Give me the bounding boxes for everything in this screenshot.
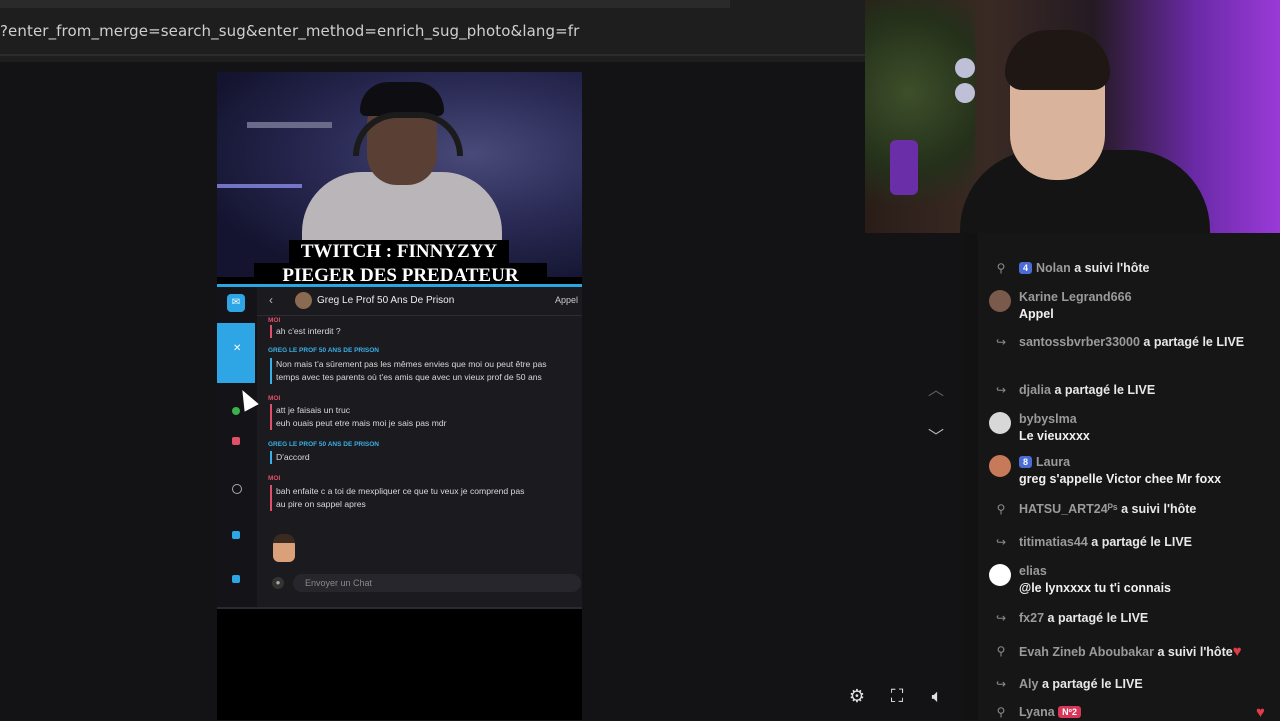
snap-chat-list-icon	[232, 531, 240, 539]
tab-strip	[0, 0, 730, 8]
chat-username[interactable]: Lyana	[1019, 705, 1055, 719]
snap-stories-icon	[232, 437, 240, 445]
back-icon: ‹	[269, 293, 273, 307]
chat-action: a partagé le LIVE	[1041, 677, 1143, 691]
close-icon: ✕	[233, 343, 242, 354]
video-banner-line1: TWITCH : FINNYZYY	[289, 240, 509, 264]
chat-username[interactable]: Laura	[1036, 455, 1070, 469]
snap-chat-list-icon-2	[232, 575, 240, 583]
chevron-down-icon[interactable]: ﹀	[925, 427, 947, 449]
level-badge: 4	[1019, 262, 1033, 274]
sender-label: MOI	[268, 317, 281, 324]
webcam-overlay	[865, 0, 1280, 233]
follow-icon: ⚲	[996, 644, 1006, 658]
chat-text: greg s'appelle Victor chee Mr foxx	[1019, 472, 1222, 486]
share-icon: ↪	[995, 611, 1007, 625]
chat-message: ah c'est interdit ?	[270, 325, 341, 338]
snap-message-input: Envoyer un Chat	[293, 574, 581, 592]
chat-username[interactable]: Aly	[1019, 677, 1038, 691]
chat-username[interactable]: Evah Zineb Aboubakar	[1019, 645, 1154, 659]
chat-message: bah enfaite c a toi de mexpliquer ce que…	[270, 485, 524, 498]
chat-message: temps avec tes parents où t'es amis que …	[270, 371, 542, 384]
chat-message: att je faisais un truc	[270, 404, 350, 417]
chat-action: a partagé le LIVE	[1143, 335, 1245, 349]
chat-action: a suivi l'hôte	[1074, 261, 1150, 275]
person-cap	[360, 82, 444, 116]
heart-icon: ♥	[1232, 643, 1242, 660]
follow-icon: ⚲	[996, 705, 1006, 719]
chat-message: euh ouais peut etre mais moi je sais pas…	[270, 417, 447, 430]
snap-camera-icon	[232, 484, 242, 494]
chat-action: a partagé le LIVE	[1047, 611, 1149, 625]
led-strip	[217, 184, 302, 188]
sender-label: MOI	[268, 475, 281, 482]
chat-username[interactable]: bybyslma	[1019, 412, 1077, 426]
follow-icon: ⚲	[996, 502, 1006, 516]
share-icon: ↪	[995, 677, 1007, 691]
chat-username[interactable]: fx27	[1019, 611, 1044, 625]
chat-username[interactable]: santossbvrber33000	[1019, 335, 1140, 349]
chat-text: @le lynxxxx tu t'i connais	[1019, 581, 1172, 595]
sender-label: GREG LE PROF 50 ANS DE PRISON	[268, 347, 380, 354]
contact-name: Greg Le Prof 50 Ans De Prison	[317, 295, 455, 306]
plant	[865, 0, 975, 233]
bitmoji-avatar	[273, 534, 295, 562]
chat-scrollbar[interactable]	[965, 233, 978, 720]
chat-username[interactable]: djalia	[1019, 383, 1051, 397]
snap-bottom-border	[217, 607, 582, 609]
fullscreen-icon[interactable]: ⛶	[885, 684, 909, 708]
call-label: Appel	[555, 295, 579, 305]
chat-username[interactable]: Karine Legrand666	[1019, 290, 1132, 304]
divider	[0, 54, 865, 56]
snapchat-window: ✉ ✕ ‹ Greg Le Prof 50 Ans De Prison Appe…	[217, 284, 582, 609]
shared-video[interactable]: TWITCH : FINNYZYY PIEGER DES PREDATEUR ✉…	[217, 72, 582, 720]
level-badge: 8	[1019, 456, 1033, 468]
chat-username[interactable]: Nolan	[1036, 261, 1071, 275]
avatar[interactable]	[989, 455, 1011, 477]
avatar[interactable]	[989, 412, 1011, 434]
chevron-up-icon[interactable]: ︿	[925, 380, 947, 402]
chat-username[interactable]: elias	[1019, 564, 1047, 578]
chat-username[interactable]: titimatias44	[1019, 535, 1088, 549]
sender-label: GREG LE PROF 50 ANS DE PRISON	[268, 441, 380, 448]
volume-icon[interactable]: 🔈︎	[925, 684, 949, 708]
follow-icon: ⚲	[996, 261, 1006, 275]
snap-chat-header: ‹ Greg Le Prof 50 Ans De Prison Appel	[257, 287, 582, 316]
camera-icon: ●	[272, 577, 284, 589]
avatar[interactable]	[989, 564, 1011, 586]
rank-badge: Nº2	[1058, 706, 1081, 718]
avatar[interactable]	[989, 290, 1011, 312]
snap-left-rail: ✉ ✕	[217, 287, 257, 609]
chat-text: Le vieuxxxx	[1019, 429, 1090, 443]
sender-label: MOI	[268, 395, 281, 402]
chat-action: a partagé le LIVE	[1054, 383, 1156, 397]
chat-action: a partagé le LIVE	[1091, 535, 1192, 549]
chat-username[interactable]: HATSU_ART24ᴾˢ	[1019, 502, 1118, 516]
chat-message: au pire on sappel apres	[270, 498, 366, 511]
chat-action: a suivi l'hôte	[1121, 502, 1197, 516]
address-bar[interactable]: ?enter_from_merge=search_sug&enter_metho…	[0, 0, 865, 62]
share-icon: ↪	[995, 535, 1007, 549]
person-hair	[1005, 30, 1110, 90]
chat-text: Appel	[1019, 307, 1054, 321]
share-icon: ↪	[995, 383, 1007, 397]
shelf	[247, 122, 332, 128]
chat-message: D'accord	[270, 451, 310, 464]
snap-active-tile: ✕	[217, 323, 255, 383]
gear-icon[interactable]: ⚙	[845, 684, 869, 708]
url-text[interactable]: ?enter_from_merge=search_sug&enter_metho…	[0, 22, 579, 40]
live-chat[interactable]: ⚲ 4 Nolan a suivi l'hôte Karine Legrand66…	[965, 233, 1280, 721]
lamp	[890, 140, 918, 195]
snap-chat-icon: ✉	[227, 294, 245, 312]
snap-avatar-icon	[232, 407, 240, 415]
share-icon: ↪	[995, 335, 1007, 349]
chat-action: a suivi l'hôte	[1157, 645, 1233, 659]
chat-message: Non mais t'a sûrement pas les mêmes envi…	[270, 358, 547, 371]
heart-icon: ♥	[1256, 704, 1265, 721]
contact-avatar	[295, 292, 312, 309]
